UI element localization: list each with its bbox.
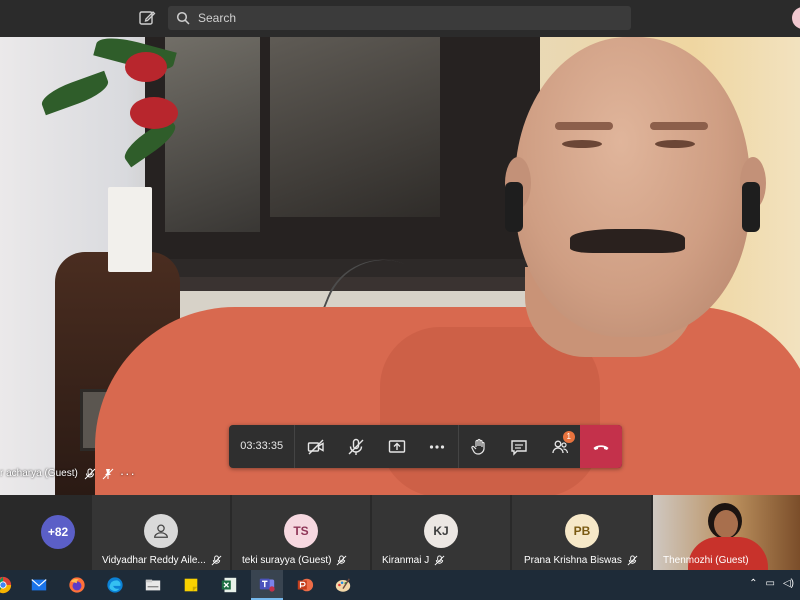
chrome-icon[interactable]	[0, 574, 14, 596]
participant-tile[interactable]: Vidyadhar Reddy Aile...	[92, 495, 230, 570]
cabinet-glass	[270, 37, 440, 217]
participant-name: Vidyadhar Reddy Aile...	[102, 555, 206, 566]
mic-off-icon	[348, 438, 364, 455]
camera-toggle-button[interactable]	[295, 425, 336, 468]
participant-tile[interactable]: KJ Kiranmai J	[372, 495, 510, 570]
chat-button[interactable]	[499, 425, 540, 468]
search-icon	[176, 11, 190, 25]
participant-name: teki surayya (Guest)	[242, 555, 332, 566]
participant-name-row: Thenmozhi (Guest)	[663, 555, 749, 566]
share-screen-icon	[388, 439, 405, 453]
teams-meeting-window: Search r acharya (Guest) ··· 03:33:35 1 …	[0, 0, 800, 600]
participant-video-tile[interactable]: Thenmozhi (Guest)	[653, 495, 800, 570]
firefox-icon[interactable]	[66, 574, 88, 596]
participant-face	[714, 510, 738, 538]
search-placeholder: Search	[198, 11, 237, 25]
avatar	[144, 514, 178, 548]
profile-avatar[interactable]	[792, 7, 800, 29]
participant-name-row: Prana Krishna Biswas	[524, 555, 638, 566]
speaker-more-options-icon[interactable]: ···	[120, 466, 136, 481]
participants-button[interactable]: 1	[540, 425, 581, 468]
raise-hand-button[interactable]	[459, 425, 500, 468]
meeting-controls-bar: 03:33:35 1	[229, 425, 622, 468]
person-mustache	[570, 229, 685, 253]
mic-off-icon	[434, 555, 445, 566]
participant-name-row: Kiranmai J	[382, 555, 445, 566]
headset-earpiece	[742, 182, 760, 232]
person-head	[515, 37, 750, 337]
meeting-timer: 03:33:35	[229, 425, 296, 468]
participants-badge: 1	[562, 431, 575, 443]
avatar-initials: KJ	[424, 514, 458, 548]
camera-off-icon	[307, 439, 324, 454]
mail-icon[interactable]	[28, 574, 50, 596]
search-bar[interactable]: Search	[168, 6, 631, 30]
mic-off-icon	[627, 555, 638, 566]
raise-hand-icon	[471, 438, 485, 455]
cabinet-glass	[165, 37, 260, 232]
mic-off-icon	[84, 468, 96, 480]
sticky-notes-icon[interactable]	[180, 574, 202, 596]
mic-off-icon	[336, 555, 347, 566]
chevron-up-icon[interactable]: ⌃	[749, 578, 757, 589]
flower	[130, 97, 178, 129]
participant-name: Thenmozhi (Guest)	[663, 555, 749, 566]
participant-name-row: teki surayya (Guest)	[242, 555, 347, 566]
mic-off-icon	[211, 555, 222, 566]
paint-icon[interactable]	[332, 574, 354, 596]
chat-icon	[511, 439, 528, 456]
hangup-button[interactable]	[580, 425, 622, 468]
person-eye	[562, 140, 602, 148]
file-explorer-icon[interactable]	[142, 574, 164, 596]
more-icon	[430, 444, 445, 449]
headset-earpiece	[505, 182, 523, 232]
compose-icon[interactable]	[138, 9, 156, 27]
windows-taskbar: ⌃ ▭ ◁)	[0, 570, 800, 600]
participant-strip: +82 Vidyadhar Reddy Aile... TS teki sura…	[0, 495, 800, 570]
participant-name: Prana Krishna Biswas	[524, 555, 622, 566]
mic-toggle-button[interactable]	[336, 425, 377, 468]
participant-name-row: Vidyadhar Reddy Aile...	[102, 555, 222, 566]
network-icon[interactable]: ▭	[766, 578, 775, 589]
powerpoint-icon[interactable]	[294, 574, 316, 596]
share-screen-button[interactable]	[376, 425, 417, 468]
edge-icon[interactable]	[104, 574, 126, 596]
avatar-initials: TS	[284, 514, 318, 548]
person-eyebrow	[650, 122, 708, 130]
overflow-count-badge: +82	[41, 515, 75, 549]
volume-icon[interactable]: ◁)	[783, 578, 794, 589]
overflow-tile[interactable]: +82	[0, 495, 90, 570]
person-icon	[154, 524, 168, 538]
title-bar: Search	[0, 0, 800, 37]
participant-name: Kiranmai J	[382, 555, 430, 566]
flower	[125, 52, 167, 82]
excel-icon[interactable]	[218, 574, 240, 596]
plant-pot	[108, 187, 152, 272]
hangup-icon	[593, 444, 609, 450]
avatar-initials: PB	[565, 514, 599, 548]
person-eye	[655, 140, 695, 148]
teams-icon[interactable]	[251, 570, 283, 600]
participant-tile[interactable]: PB Prana Krishna Biswas	[512, 495, 651, 570]
speaker-name-tag: r acharya (Guest) ···	[0, 466, 136, 481]
pin-icon[interactable]	[102, 468, 114, 480]
more-actions-button[interactable]	[417, 425, 458, 468]
system-tray: ⌃ ▭ ◁)	[749, 578, 794, 589]
person-eyebrow	[555, 122, 613, 130]
participant-tile[interactable]: TS teki surayya (Guest)	[232, 495, 370, 570]
speaker-name: r acharya (Guest)	[0, 468, 78, 479]
